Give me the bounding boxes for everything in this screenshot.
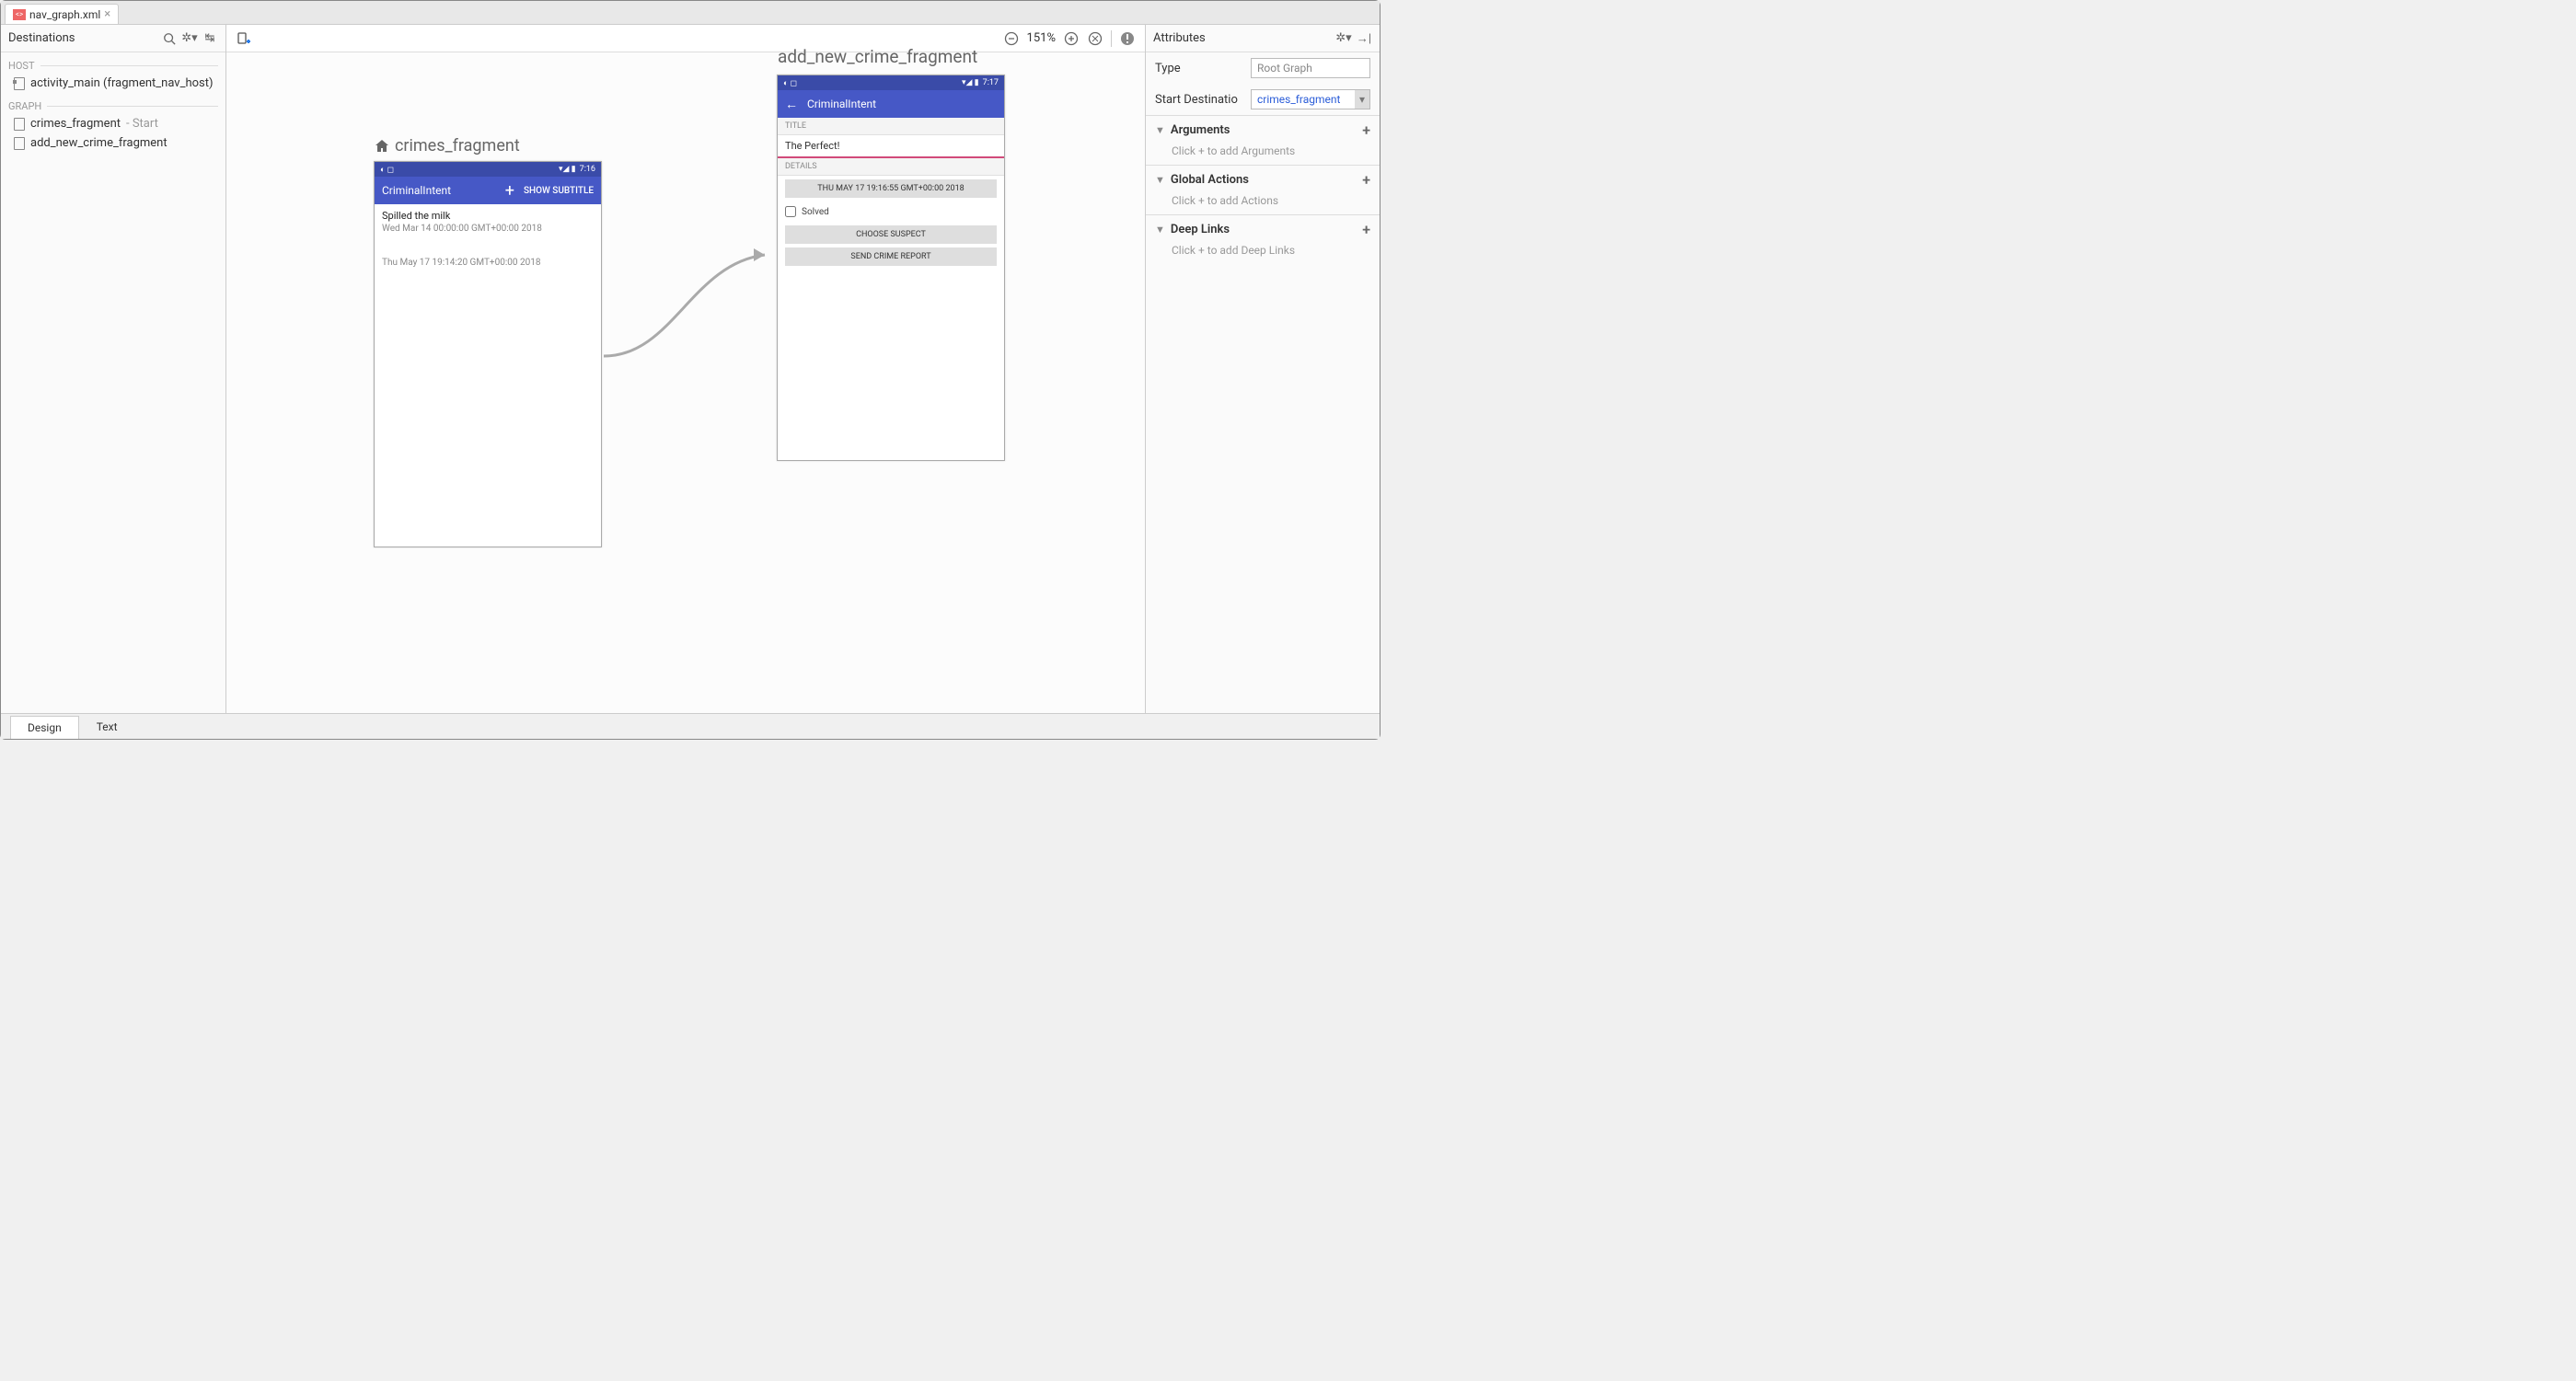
phone-appbar: CriminalIntent + SHOW SUBTITLE: [375, 177, 601, 204]
add-argument-button[interactable]: +: [1362, 121, 1370, 139]
deep-links-section-header[interactable]: ▼ Deep Links +: [1146, 215, 1380, 244]
global-actions-section-header[interactable]: ▼ Global Actions +: [1146, 166, 1380, 194]
zoom-reset-icon[interactable]: [1087, 30, 1103, 47]
attr-type-value[interactable]: Root Graph: [1251, 58, 1370, 78]
solved-checkbox[interactable]: Solved: [778, 201, 1004, 222]
chevron-down-icon: ▼: [1155, 124, 1165, 136]
host-item-label: activity_main (fragment_nav_host): [30, 76, 214, 90]
deep-links-section: ▼ Deep Links + Click + to add Deep Links: [1146, 214, 1380, 264]
send-report-button[interactable]: SEND CRIME REPORT: [785, 247, 997, 266]
xml-file-icon: <>: [13, 9, 26, 20]
attr-start-destination-row: Start Destinatio crimes_fragment ▾: [1146, 84, 1380, 115]
back-arrow-icon[interactable]: ←: [785, 97, 798, 112]
deep-links-hint: Click + to add Deep Links: [1146, 244, 1380, 264]
appbar-title: CriminalIntent: [807, 98, 997, 110]
attr-start-destination-select[interactable]: crimes_fragment ▾: [1251, 89, 1370, 109]
editor-tabbar: <> nav_graph.xml ×: [1, 1, 1380, 25]
zoom-out-icon[interactable]: [1003, 30, 1020, 47]
title-section-header: TITLE: [778, 118, 1004, 135]
host-item-activity-main[interactable]: activity_main (fragment_nav_host): [1, 74, 225, 93]
collapse-icon[interactable]: →|: [1356, 30, 1372, 47]
graph-item-suffix: - Start: [126, 117, 158, 131]
arguments-section-header[interactable]: ▼ Arguments +: [1146, 116, 1380, 144]
attributes-header: Attributes ✲▾ →|: [1146, 25, 1380, 52]
solved-checkbox-input[interactable]: [785, 206, 796, 217]
global-actions-section: ▼ Global Actions + Click + to add Action…: [1146, 165, 1380, 214]
layout-icon: [14, 77, 25, 90]
autoarrange-icon[interactable]: ↹: [202, 30, 218, 47]
details-section-header: DETAILS: [778, 158, 1004, 176]
appbar-title: CriminalIntent: [382, 184, 496, 197]
home-icon: [375, 139, 389, 154]
add-global-action-button[interactable]: +: [1362, 171, 1370, 189]
destination-crimes-fragment[interactable]: crimes_fragment ◐ ◻ ▾◢ ▮ 7:16 CriminalIn…: [374, 161, 602, 547]
editor-mode-tabs: Design Text: [1, 713, 1380, 739]
zoom-level: 151%: [1027, 31, 1056, 45]
destinations-header: Destinations ✲▾ ↹: [1, 25, 225, 52]
gear-icon[interactable]: ✲▾: [1335, 30, 1352, 47]
nav-canvas[interactable]: crimes_fragment ◐ ◻ ▾◢ ▮ 7:16 CriminalIn…: [226, 52, 1145, 713]
add-crime-icon[interactable]: +: [505, 181, 514, 201]
destinations-panel: Destinations ✲▾ ↹ HOST activity_main (fr…: [1, 25, 226, 713]
attr-type-label: Type: [1155, 62, 1243, 75]
canvas-toolbar: 151%: [226, 25, 1145, 52]
gear-icon[interactable]: ✲▾: [181, 30, 198, 47]
crimes-fragment-label: crimes_fragment: [375, 136, 520, 155]
choose-suspect-button[interactable]: CHOOSE SUSPECT: [785, 225, 997, 244]
tab-design[interactable]: Design: [10, 716, 79, 739]
search-icon[interactable]: [161, 30, 178, 47]
file-tab-nav-graph[interactable]: <> nav_graph.xml ×: [5, 4, 119, 24]
tab-text[interactable]: Text: [79, 715, 135, 739]
title-input[interactable]: The Perfect!: [778, 135, 1004, 158]
canvas-wrapper: 151% crimes_fragment: [226, 25, 1145, 713]
graph-item-crimes-fragment[interactable]: crimes_fragment - Start: [1, 114, 225, 133]
graph-item-add-new-crime[interactable]: add_new_crime_fragment: [1, 133, 225, 153]
file-tab-label: nav_graph.xml: [29, 8, 100, 21]
phone-statusbar: ◐ ◻ ▾◢ ▮ 7:16: [375, 162, 601, 177]
fragment-icon: [14, 118, 25, 131]
graph-section-header: GRAPH: [1, 93, 225, 114]
chevron-down-icon: ▼: [1155, 174, 1165, 186]
date-button[interactable]: THU MAY 17 19:16:55 GMT+00:00 2018: [785, 179, 997, 198]
phone-statusbar: ◐ ◻ ▾◢ ▮ 7:17: [778, 75, 1004, 90]
graph-item-label: crimes_fragment: [30, 117, 121, 131]
arguments-section: ▼ Arguments + Click + to add Arguments: [1146, 115, 1380, 165]
add-destination-icon[interactable]: [236, 30, 252, 47]
fragment-icon: [14, 137, 25, 150]
phone-appbar: ← CriminalIntent: [778, 90, 1004, 118]
nav-action-arrow: [599, 218, 783, 384]
global-actions-hint: Click + to add Actions: [1146, 194, 1380, 214]
add-new-crime-label: add_new_crime_fragment: [778, 46, 977, 67]
graph-item-label: add_new_crime_fragment: [30, 136, 167, 150]
issues-icon[interactable]: [1119, 30, 1136, 47]
list-item: Spilled the milk Wed Mar 14 00:00:00 GMT…: [375, 204, 601, 239]
destinations-title: Destinations: [8, 31, 157, 45]
arguments-hint: Click + to add Arguments: [1146, 144, 1380, 165]
attributes-title: Attributes: [1153, 31, 1332, 45]
chevron-down-icon: ▼: [1155, 224, 1165, 236]
attributes-panel: Attributes ✲▾ →| Type Root Graph Start D…: [1145, 25, 1380, 713]
dropdown-caret-icon: ▾: [1355, 90, 1369, 109]
show-subtitle-button[interactable]: SHOW SUBTITLE: [524, 186, 594, 196]
attr-type-row: Type Root Graph: [1146, 52, 1380, 84]
add-deep-link-button[interactable]: +: [1362, 221, 1370, 238]
close-file-tab-icon[interactable]: ×: [104, 7, 110, 21]
destination-add-new-crime[interactable]: add_new_crime_fragment ◐ ◻ ▾◢ ▮ 7:17 ← C…: [777, 75, 1005, 461]
host-section-header: HOST: [1, 52, 225, 74]
workspace: Destinations ✲▾ ↹ HOST activity_main (fr…: [1, 25, 1380, 713]
list-item: Thu May 17 19:14:20 GMT+00:00 2018: [375, 252, 601, 273]
zoom-in-icon[interactable]: [1063, 30, 1080, 47]
attr-start-destination-label: Start Destinatio: [1155, 93, 1243, 107]
